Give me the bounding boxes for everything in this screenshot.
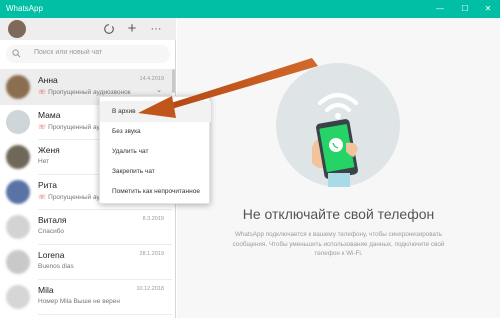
chat-preview-text: Номер Mila Выше не верен (38, 298, 121, 305)
search-box[interactable] (6, 45, 170, 63)
phone-illustration (276, 63, 400, 187)
chat-preview-text: Пропущенный ау (48, 194, 100, 201)
menu-item-mark-unread[interactable]: Пометить как непрочитанное (100, 181, 211, 202)
avatar (6, 110, 30, 134)
context-menu: В архив Без звука Удалить чат Закрепить чат… (99, 96, 211, 204)
chat-date: 14.4.2019 (139, 76, 164, 82)
menu-icon[interactable]: ··· (148, 21, 164, 37)
avatar (6, 250, 30, 274)
missed-call-icon: ☏ (38, 194, 47, 201)
menu-item-mute[interactable]: Без звука (100, 121, 211, 142)
avatar (6, 285, 30, 309)
chat-name: Mila (38, 285, 54, 295)
maximize-button[interactable]: ☐ (455, 2, 475, 16)
main-panel: Не отключайте свой телефон WhatsApp подк… (177, 18, 500, 318)
chat-name: Lorena (38, 250, 65, 260)
scrollbar[interactable] (172, 69, 175, 93)
avatar (6, 145, 30, 169)
search-icon (12, 49, 21, 58)
chat-preview-text: Спасибо (38, 228, 65, 235)
chat-list-item[interactable]: Lorena 28.1.2019 Buenos dias (0, 244, 172, 280)
main-heading: Не отключайте свой телефон (242, 206, 435, 222)
chevron-down-icon[interactable]: ⌄ (156, 86, 162, 94)
chat-name: Анна (38, 75, 58, 85)
chat-date: 8.3.2019 (142, 216, 164, 222)
chat-preview: ☏ Пропущенный аудиозвонок (38, 88, 166, 96)
status-icon[interactable] (101, 21, 117, 37)
sidebar-header: + ··· (0, 18, 176, 40)
title-bar: WhatsApp — ☐ ✕ (0, 0, 500, 18)
avatar[interactable] (8, 20, 26, 38)
close-button[interactable]: ✕ (478, 2, 498, 16)
chat-list-item[interactable]: Mila 10.12.2018 Номер Mila Выше не верен (0, 279, 172, 315)
new-chat-icon[interactable]: + (124, 21, 140, 37)
chat-preview-text: Пропущенный аудиозвонок (48, 89, 131, 96)
chat-date: 28.1.2019 (139, 251, 164, 257)
chat-preview-text: Нет (38, 158, 50, 165)
avatar (6, 215, 30, 239)
minimize-button[interactable]: — (430, 2, 450, 16)
chat-name: Рита (38, 180, 57, 190)
divider (38, 314, 172, 315)
chat-name: Женя (38, 145, 60, 155)
menu-item-pin-chat[interactable]: Закрепить чат (100, 161, 211, 182)
missed-call-icon: ☏ (38, 89, 47, 96)
menu-item-delete-chat[interactable]: Удалить чат (100, 141, 211, 162)
chat-preview-text: Buenos dias (38, 263, 74, 270)
chat-name: Виталя (38, 215, 67, 225)
window-title: WhatsApp (6, 4, 43, 13)
menu-item-archive[interactable]: В архив (100, 101, 211, 122)
chat-list-item[interactable]: Виталя 8.3.2019 Спасибо (0, 209, 172, 245)
chat-date: 10.12.2018 (136, 286, 164, 292)
missed-call-icon: ☏ (38, 124, 47, 131)
avatar (6, 75, 30, 99)
search-input[interactable] (34, 49, 164, 56)
avatar (6, 180, 30, 204)
chat-preview: Номер Mila Выше не верен (38, 298, 166, 305)
chat-name: Мама (38, 110, 61, 120)
chat-preview-text: Пропущенный ау (48, 124, 100, 131)
main-description: WhatsApp подключается к вашему телефону,… (232, 231, 445, 257)
chat-preview: Спасибо (38, 228, 166, 235)
chat-preview: Buenos dias (38, 263, 166, 270)
